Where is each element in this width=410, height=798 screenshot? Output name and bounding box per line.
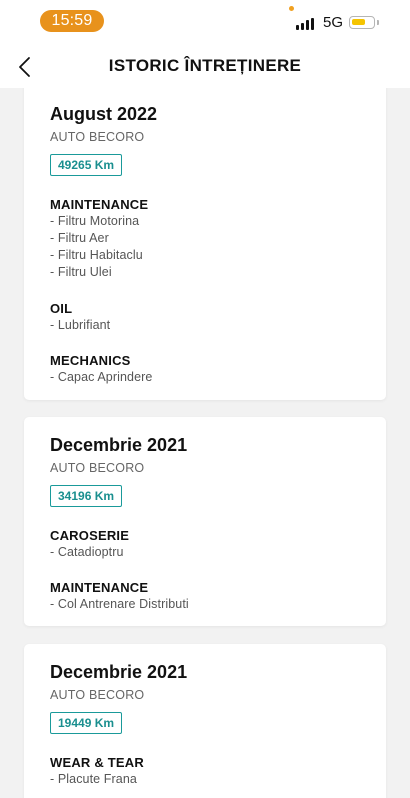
record-dealer: AUTO BECORO: [50, 688, 145, 702]
battery-level-fill: [352, 19, 365, 25]
section-item: - Filtru Habitaclu: [50, 248, 143, 262]
section-title: MECHANICS: [50, 353, 131, 368]
section-item: - Lubrifiant: [50, 318, 111, 332]
section-item: - Filtru Aer: [50, 231, 109, 245]
section-item: - Filtru Ulei: [50, 265, 112, 279]
section-item: - Col Antrenare Distributi: [50, 597, 189, 611]
section-item: - Capac Aprindere: [50, 370, 153, 384]
record-section: WEAR & TEAR - Placute Frana: [50, 755, 360, 788]
mileage-badge: 19449 Km: [50, 712, 123, 734]
record-section: CAROSERIE - Catadioptru: [50, 528, 360, 561]
privacy-indicator-dot: [289, 6, 294, 11]
record-dealer: AUTO BECORO: [50, 461, 145, 475]
section-title: CAROSERIE: [50, 528, 130, 543]
section-title: WEAR & TEAR: [50, 755, 144, 770]
record-section: MAINTENANCE - Filtru Motorina - Filtru A…: [50, 197, 360, 281]
section-item: - Placute Frana: [50, 772, 137, 786]
section-title: MAINTENANCE: [50, 197, 149, 212]
cellular-signal-icon: [296, 16, 318, 30]
mileage-badge: 49265 Km: [50, 154, 123, 176]
network-type: 5G: [323, 14, 344, 31]
record-date: Decembrie 2021: [50, 435, 188, 455]
section-item: - Filtru Motorina: [50, 214, 140, 228]
page-title: ISTORIC ÎNTREȚINERE: [108, 56, 302, 75]
battery-tip: [377, 20, 379, 25]
section-item: - Catadioptru: [50, 545, 124, 559]
section-title: OIL: [50, 301, 73, 316]
record-dealer: AUTO BECORO: [50, 130, 145, 144]
mileage-badge: 34196 Km: [50, 485, 123, 507]
record-date: Decembrie 2021: [50, 662, 188, 682]
battery-icon: [349, 16, 375, 29]
record-date: August 2022: [50, 104, 158, 124]
status-time: 15:59: [40, 10, 104, 32]
section-title: MAINTENANCE: [50, 580, 149, 595]
maintenance-history-list[interactable]: August 2022 AUTO BECORO 49265 Km MAINTEN…: [0, 88, 410, 798]
record-section: MAINTENANCE - Col Antrenare Distributi: [50, 580, 360, 613]
record-section: OIL - Lubrifiant: [50, 301, 360, 334]
status-bar: 15:59 5G: [0, 0, 410, 44]
maintenance-record-card[interactable]: Decembrie 2021 AUTO BECORO 34196 Km CARO…: [24, 417, 386, 626]
maintenance-record-card[interactable]: Decembrie 2021 AUTO BECORO 19449 Km WEAR…: [24, 644, 386, 798]
nav-header: ISTORIC ÎNTREȚINERE: [0, 44, 410, 88]
maintenance-record-card[interactable]: August 2022 AUTO BECORO 49265 Km MAINTEN…: [24, 88, 386, 400]
record-section: MECHANICS - Capac Aprindere: [50, 353, 360, 386]
